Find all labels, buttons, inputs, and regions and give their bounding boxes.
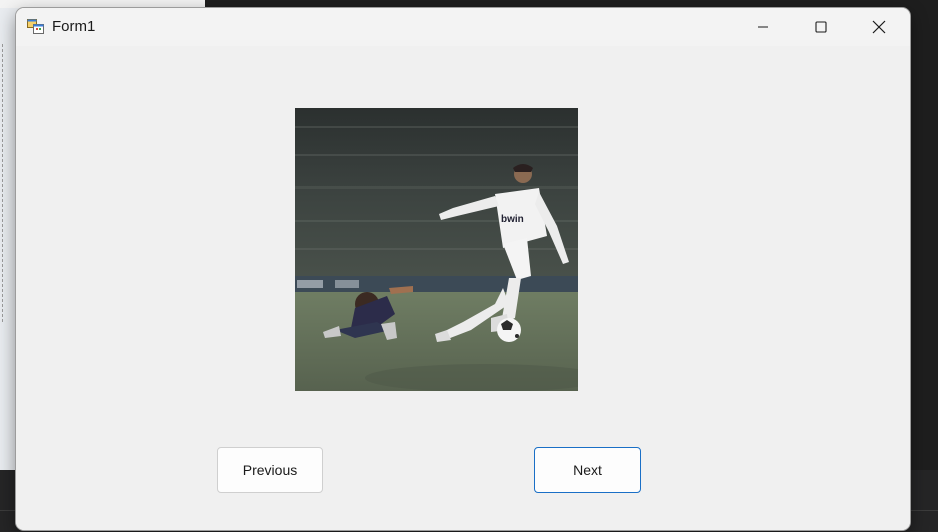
next-button[interactable]: Next — [534, 447, 641, 493]
window-title: Form1 — [52, 18, 96, 35]
designer-panel-topstrip — [0, 0, 205, 8]
form-window: Form1 bwin Previous Next — [16, 8, 910, 530]
previous-button[interactable]: Previous — [217, 447, 323, 493]
minimize-icon — [758, 26, 768, 28]
svg-text:bwin: bwin — [501, 214, 524, 225]
designer-selection-border — [2, 44, 4, 322]
title-bar[interactable]: Form1 — [16, 8, 910, 46]
maximize-button[interactable] — [792, 8, 850, 46]
form-client-area: bwin Previous Next — [16, 46, 910, 530]
maximize-icon — [815, 21, 827, 33]
photo-image: bwin — [295, 108, 578, 391]
close-icon — [872, 20, 886, 34]
winforms-app-icon — [27, 19, 44, 34]
close-button[interactable] — [850, 8, 908, 46]
minimize-button[interactable] — [734, 8, 792, 46]
picture-box: bwin — [295, 108, 578, 391]
